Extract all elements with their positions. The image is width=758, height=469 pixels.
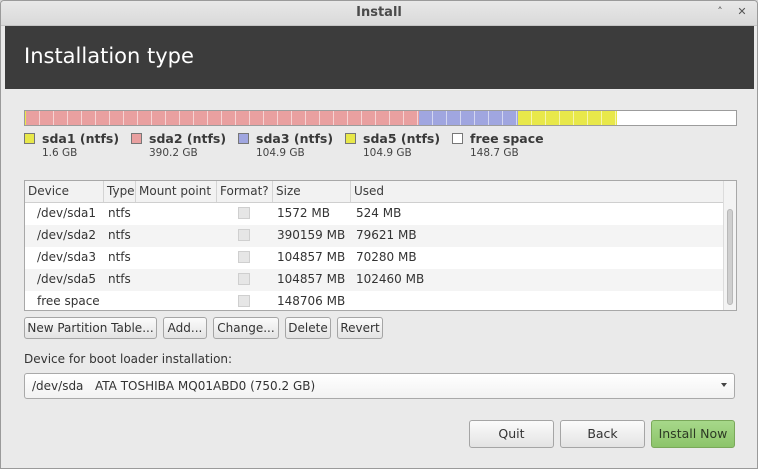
legend-swatch — [24, 133, 35, 144]
installer-window: Install ˄ ✕ Installation type sda1 (ntfs… — [0, 0, 758, 469]
legend-label: sda1 (ntfs) — [42, 131, 120, 146]
legend-label: sda3 (ntfs) — [256, 131, 334, 146]
cell-type: ntfs — [108, 206, 131, 220]
cell-device: /dev/sda3 — [37, 250, 97, 264]
disk-usage-bar — [24, 110, 737, 126]
legend-swatch — [452, 133, 463, 144]
legend-label: free space — [470, 131, 544, 146]
cell-used: 524 MB — [356, 206, 402, 220]
delete-partition-button[interactable]: Delete — [285, 317, 331, 339]
disk-segment — [418, 111, 519, 125]
boot-loader-device-select[interactable]: /dev/sda ATA TOSHIBA MQ01ABD0 (750.2 GB) — [24, 373, 735, 399]
legend-size: 148.7 GB — [470, 147, 519, 159]
cell-size: 104857 MB — [277, 250, 346, 264]
table-row[interactable]: /dev/sda3 ntfs 104857 MB 70280 MB — [25, 247, 723, 269]
new-partition-table-button[interactable]: New Partition Table... — [24, 317, 157, 339]
cell-used: 70280 MB — [356, 250, 417, 264]
column-header-format[interactable]: Format? — [217, 181, 273, 202]
cell-size: 104857 MB — [277, 272, 346, 286]
cell-device: /dev/sda5 — [37, 272, 97, 286]
cell-size: 148706 MB — [277, 294, 346, 308]
legend-label: sda2 (ntfs) — [149, 131, 227, 146]
close-icon[interactable]: ✕ — [735, 5, 749, 19]
format-checkbox[interactable] — [238, 251, 250, 263]
cell-used: 79621 MB — [356, 228, 417, 242]
legend-swatch — [345, 133, 356, 144]
cell-device: /dev/sda2 — [37, 228, 97, 242]
format-checkbox[interactable] — [238, 273, 250, 285]
window-title: Install — [356, 5, 402, 20]
cell-device: free space — [37, 294, 100, 308]
cell-type: ntfs — [108, 272, 131, 286]
cell-used: 102460 MB — [356, 272, 425, 286]
disk-segment — [26, 111, 419, 125]
disk-segment — [518, 111, 618, 125]
minimize-icon[interactable]: ˄ — [713, 5, 727, 19]
install-now-button[interactable]: Install Now — [651, 420, 735, 448]
back-button[interactable]: Back — [560, 420, 645, 448]
legend-swatch — [131, 133, 142, 144]
legend-swatch — [238, 133, 249, 144]
column-header-mount-point[interactable]: Mount point — [136, 181, 217, 202]
cell-type: ntfs — [108, 228, 131, 242]
legend-size: 390.2 GB — [149, 147, 198, 159]
disk-segment — [617, 111, 736, 125]
page-title: Installation type — [24, 44, 194, 68]
scrollbar-thumb[interactable] — [727, 209, 733, 305]
table-scrollbar[interactable] — [723, 181, 736, 310]
legend-size: 104.9 GB — [363, 147, 412, 159]
format-checkbox[interactable] — [238, 229, 250, 241]
revert-button[interactable]: Revert — [337, 317, 383, 339]
boot-loader-device: /dev/sda — [32, 379, 84, 393]
title-bar: Install ˄ ✕ — [1, 1, 757, 26]
table-row[interactable]: /dev/sda1 ntfs 1572 MB 524 MB — [25, 203, 723, 225]
legend-size: 1.6 GB — [42, 147, 78, 159]
format-checkbox[interactable] — [238, 207, 250, 219]
table-row[interactable]: /dev/sda5 ntfs 104857 MB 102460 MB — [25, 269, 723, 291]
column-header-device[interactable]: Device — [25, 181, 104, 202]
quit-button[interactable]: Quit — [469, 420, 554, 448]
boot-loader-model: ATA TOSHIBA MQ01ABD0 (750.2 GB) — [95, 379, 316, 393]
dropdown-arrow-icon — [721, 383, 727, 387]
change-partition-button[interactable]: Change... — [213, 317, 279, 339]
table-header: Device Type Mount point Format? Size Use… — [25, 181, 723, 203]
column-header-size[interactable]: Size — [273, 181, 351, 202]
column-header-used[interactable]: Used — [351, 181, 723, 202]
cell-size: 390159 MB — [277, 228, 346, 242]
table-row[interactable]: free space 148706 MB — [25, 291, 723, 310]
cell-type: ntfs — [108, 250, 131, 264]
boot-loader-label: Device for boot loader installation: — [24, 352, 233, 366]
cell-device: /dev/sda1 — [37, 206, 97, 220]
partition-table[interactable]: Device Type Mount point Format? Size Use… — [24, 180, 737, 311]
add-partition-button[interactable]: Add... — [163, 317, 207, 339]
format-checkbox[interactable] — [238, 295, 250, 307]
header-banner: Installation type — [5, 26, 754, 89]
cell-size: 1572 MB — [277, 206, 330, 220]
legend-size: 104.9 GB — [256, 147, 305, 159]
column-header-type[interactable]: Type — [104, 181, 136, 202]
legend-label: sda5 (ntfs) — [363, 131, 441, 146]
table-row[interactable]: /dev/sda2 ntfs 390159 MB 79621 MB — [25, 225, 723, 247]
